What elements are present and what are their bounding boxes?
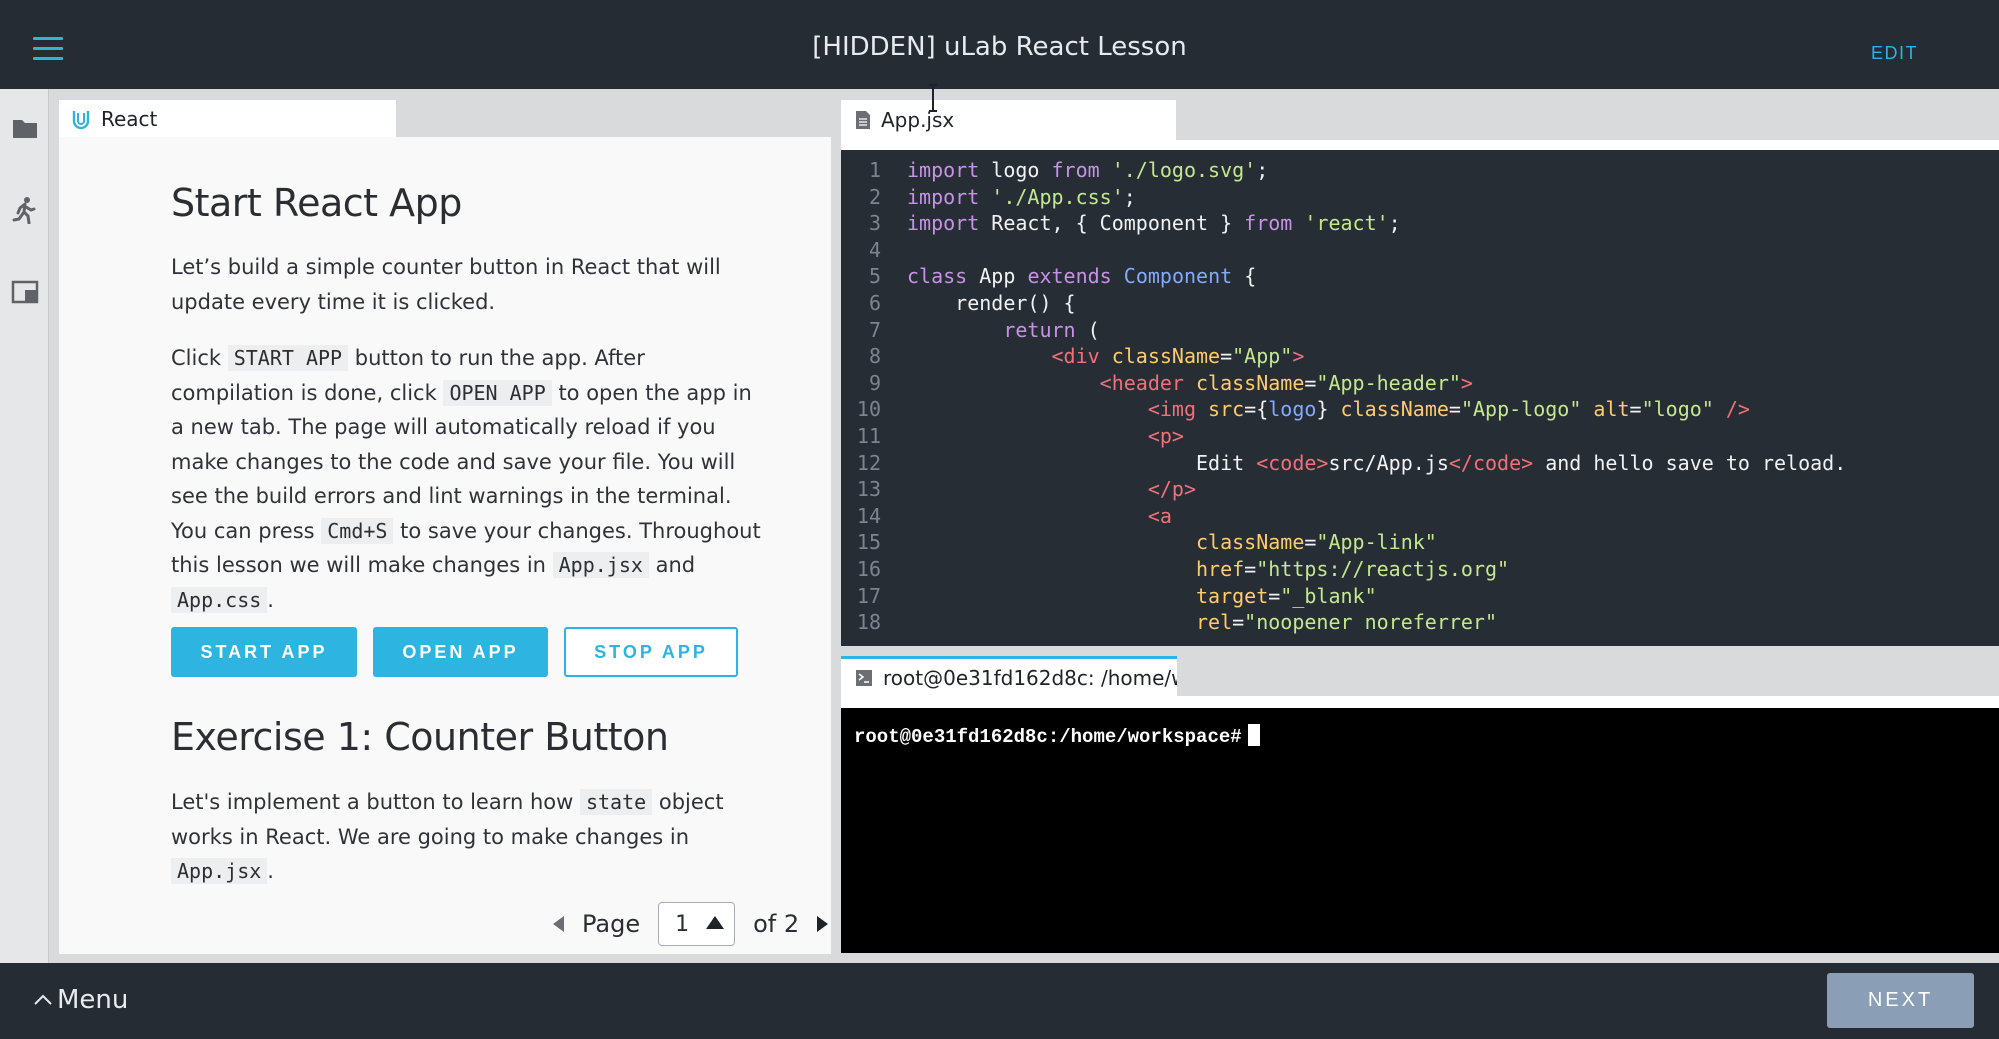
caret-up-icon: [706, 916, 725, 929]
line-number: 11: [856, 424, 881, 448]
code-line: <img src={logo} className="App-logo" alt…: [1147, 397, 1750, 422]
text: Let's implement a button to learn how: [171, 790, 580, 814]
line-number: 16: [856, 557, 881, 581]
line-number: 18: [856, 610, 881, 635]
text: Click: [171, 346, 228, 370]
pager: Page 1 of 2: [553, 901, 829, 947]
line-number: 7: [868, 317, 881, 342]
code-line: rel="noopener noreferrer": [1195, 610, 1498, 635]
line-number: 17: [856, 583, 881, 608]
code-line: href="https://reactjs.org": [1195, 557, 1510, 581]
start-app-button[interactable]: START APP: [171, 627, 357, 677]
code-line: <div className="App">: [1051, 344, 1305, 369]
left-icon-rail: [0, 89, 49, 963]
inline-code: Cmd+S: [321, 517, 394, 544]
text: and: [648, 553, 696, 577]
edit-button[interactable]: EDIT: [1871, 43, 1918, 64]
text: .: [267, 587, 274, 612]
udacity-logo-icon: [72, 111, 90, 130]
inline-code: OPEN APP: [443, 379, 552, 406]
terminal-cursor: [1247, 724, 1260, 746]
line-number: 14: [856, 503, 881, 528]
page-select-value: 1: [675, 911, 690, 937]
inline-code: App.jsx: [171, 858, 268, 884]
line-number: 12: [856, 450, 881, 475]
line-number: 13: [856, 477, 881, 502]
menu-button[interactable]: Menu: [33, 985, 128, 1015]
stop-app-button[interactable]: STOP APP: [564, 627, 738, 677]
terminal[interactable]: root@0e31fd162d8c:/home/workspace#: [841, 708, 1999, 953]
inline-code: App.css: [171, 586, 268, 613]
code-line: Edit <code>src/App.js</code> and hello s…: [907, 450, 1847, 475]
instructions-paragraph: Click START APP button to run the app. A…: [171, 341, 771, 617]
code-line: className="App-link": [1195, 530, 1437, 555]
bottom-bar: Menu NEXT: [0, 963, 1999, 1039]
window-icon[interactable]: [11, 278, 39, 306]
terminal-icon: [856, 669, 872, 686]
terminal-prompt: root@0e31fd162d8c:/home/workspace#: [854, 724, 1260, 748]
tab-terminal[interactable]: root@0e31fd162d8c: /home/w: [841, 656, 1177, 696]
tab-app-jsx[interactable]: App.jsx: [841, 100, 1176, 140]
prompt-text: root@0e31fd162d8c:/home/workspace#: [854, 726, 1242, 748]
code-line: import logo from './logo.svg';: [907, 158, 1269, 182]
inline-code: state: [579, 789, 653, 815]
tab-app-jsx-label: App.jsx: [881, 108, 955, 132]
page-select[interactable]: 1: [658, 902, 736, 946]
tab-react[interactable]: React: [59, 100, 396, 138]
text-cursor-icon: [929, 84, 937, 112]
code-line: import './App.css';: [907, 184, 1136, 209]
code-line: <p>: [1147, 424, 1184, 448]
folder-icon[interactable]: [11, 114, 39, 142]
page-title: [HIDDEN] uLab React Lesson: [812, 32, 1187, 62]
line-number: 1: [868, 158, 881, 182]
inline-code: App.jsx: [552, 552, 649, 578]
code-line: <header className="App-header">: [1099, 370, 1473, 395]
lesson-content: Start React App Let’s build a simple cou…: [59, 137, 831, 954]
runner-icon[interactable]: [11, 196, 39, 224]
tab-terminal-label: root@0e31fd162d8c: /home/w: [883, 665, 1177, 690]
editor-strip: [841, 140, 1999, 150]
inline-code: START APP: [227, 345, 349, 371]
code-line: <a: [1147, 503, 1172, 528]
heading-start-react-app: Start React App: [171, 181, 462, 225]
tab-react-label: React: [101, 107, 158, 131]
terminal-strip: [841, 696, 1999, 708]
line-number: 10: [856, 397, 881, 422]
next-page-icon[interactable]: [817, 916, 829, 932]
code-line: target="_blank": [1195, 583, 1377, 608]
line-number: 5: [868, 264, 881, 289]
next-button[interactable]: NEXT: [1827, 973, 1974, 1028]
text: .: [267, 859, 274, 883]
intro-paragraph: Let’s build a simple counter button in R…: [171, 255, 721, 314]
open-app-button[interactable]: OPEN APP: [373, 627, 548, 677]
file-icon: [856, 111, 870, 129]
line-number: 4: [868, 237, 881, 262]
code-line: return (: [1003, 317, 1100, 342]
top-bar: [HIDDEN] uLab React Lesson EDIT: [0, 0, 1999, 89]
line-number: 3: [868, 211, 881, 236]
code-line: </p>: [1147, 477, 1196, 502]
line-number: 6: [868, 291, 881, 315]
code-line: import React, { Component } from 'react'…: [907, 211, 1401, 236]
line-number: 8: [868, 344, 881, 369]
line-number: 15: [856, 530, 881, 555]
exercise-paragraph: Let's implement a button to learn how st…: [171, 785, 771, 889]
chevron-up-icon: [34, 994, 52, 1005]
page-of-label: of 2: [753, 910, 800, 938]
page-label: Page: [582, 910, 641, 938]
menu-label: Menu: [57, 985, 129, 1015]
code-line: class App extends Component {: [907, 264, 1257, 289]
code-editor[interactable]: 1 2 3 4 5 6 7 8 9 10 11 12 13 14 15 16 17 18 import logo …: [841, 150, 1999, 646]
heading-exercise-1: Exercise 1: Counter Button: [171, 715, 669, 759]
code-line: render() {: [907, 291, 1076, 315]
line-number: 9: [868, 370, 881, 395]
previous-page-icon[interactable]: [553, 916, 564, 932]
line-number: 2: [868, 184, 881, 209]
